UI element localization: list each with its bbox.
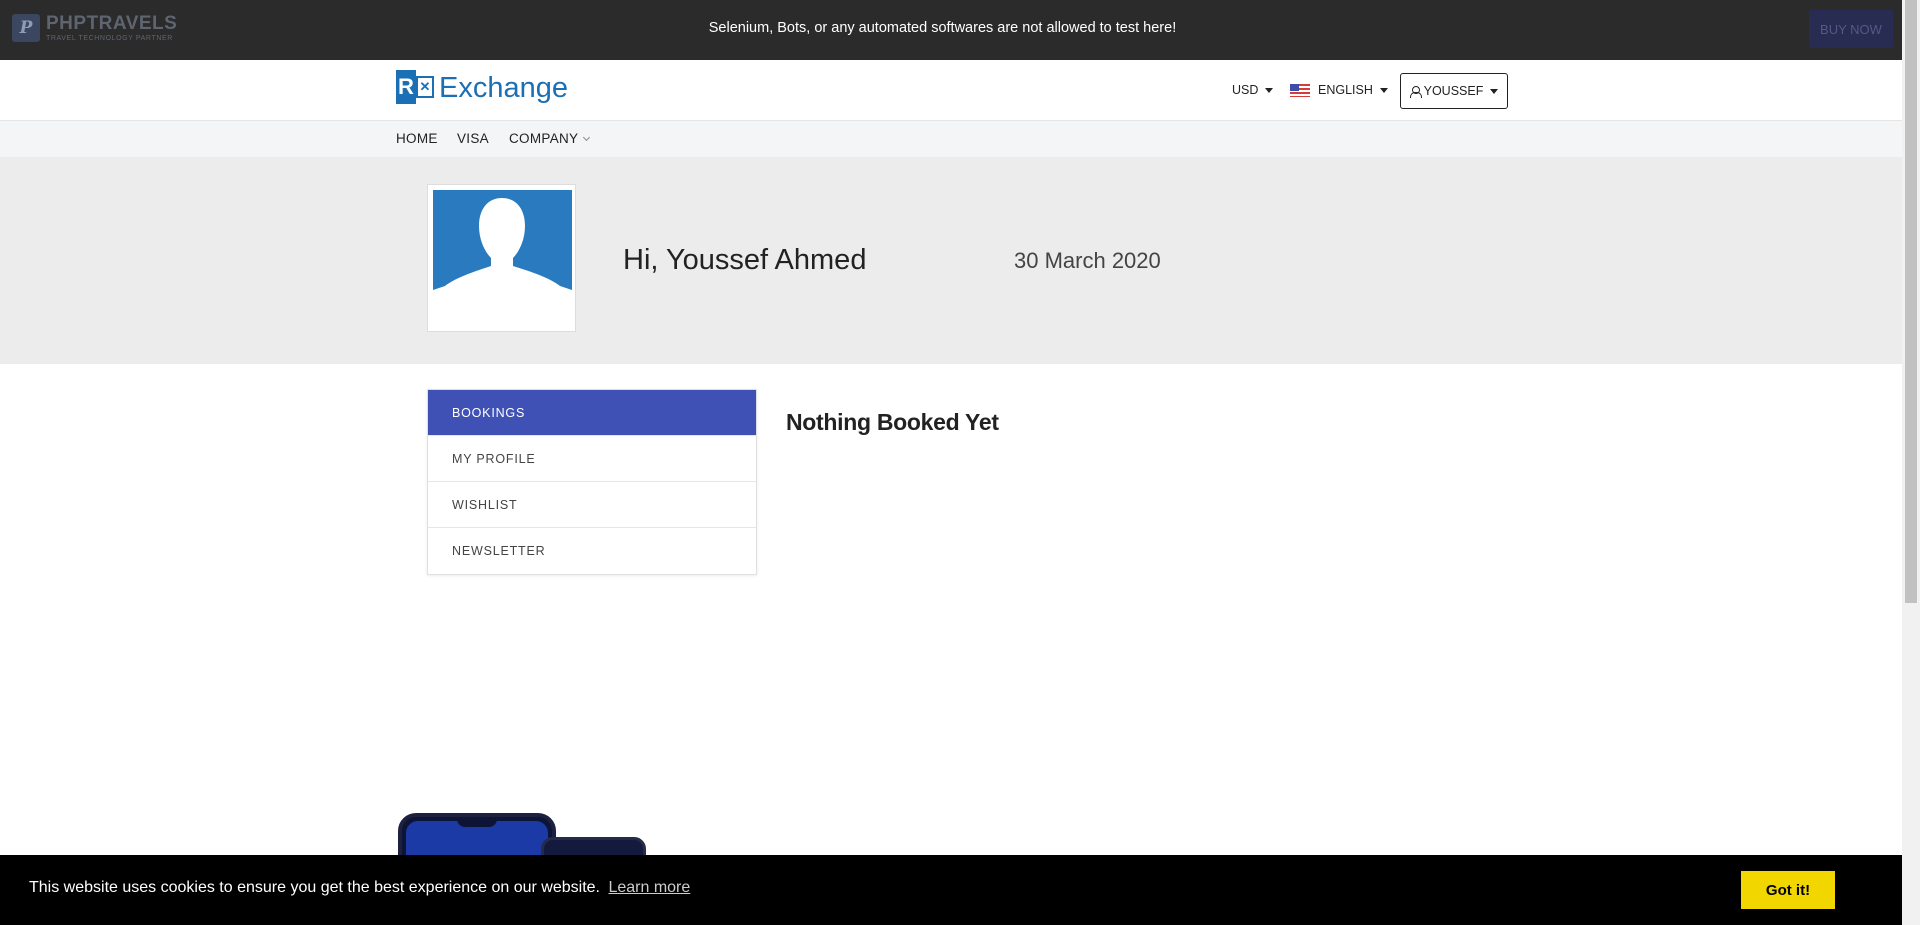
menu-item-wishlist[interactable]: WISHLIST [428, 482, 756, 528]
logo-text: Exchange [439, 71, 568, 104]
greeting: Hi, Youssef Ahmed [623, 244, 867, 276]
profile-header: Hi, Youssef Ahmed 30 March 2020 [0, 157, 1902, 364]
got-it-button[interactable]: Got it! [1741, 871, 1835, 909]
top-announcement-bar: P PHPTRAVELS TRAVEL TECHNOLOGY PARTNER S… [0, 0, 1902, 60]
page-scrollbar[interactable] [1902, 0, 1920, 925]
cookie-text: This website uses cookies to ensure you … [29, 879, 600, 896]
nav-home[interactable]: HOME [396, 131, 438, 146]
user-label: YOUSSEF [1423, 84, 1484, 98]
automation-notice: Selenium, Bots, or any automated softwar… [708, 20, 1177, 36]
nav-visa[interactable]: VISA [457, 131, 489, 146]
current-date: 30 March 2020 [1014, 248, 1161, 273]
brand-tagline: TRAVEL TECHNOLOGY PARTNER [46, 35, 173, 42]
cookie-banner: This website uses cookies to ensure you … [0, 855, 1902, 925]
avatar [427, 184, 576, 332]
language-dropdown[interactable]: ENGLISH [1290, 60, 1388, 120]
nav-company[interactable]: COMPANY [509, 131, 591, 146]
user-icon [1409, 85, 1422, 98]
menu-item-bookings[interactable]: BOOKINGS [428, 390, 756, 436]
chevron-down-icon [583, 133, 591, 141]
buy-now-button[interactable]: BUY NOW [1809, 10, 1893, 48]
empty-bookings-message: Nothing Booked Yet [786, 409, 999, 435]
account-side-menu: BOOKINGS MY PROFILE WISHLIST NEWSLETTER [427, 389, 757, 575]
site-header: R ✕ Exchange USD ENGLISH YOUSSEF [0, 60, 1902, 121]
caret-down-icon [1379, 87, 1388, 93]
user-account-dropdown[interactable]: YOUSSEF [1400, 73, 1508, 109]
currency-label: USD [1232, 83, 1259, 97]
currency-dropdown[interactable]: USD [1232, 60, 1274, 120]
nav-company-label: COMPANY [509, 131, 579, 146]
main-nav: HOME VISA COMPANY [0, 121, 1902, 157]
exchange-logo[interactable]: R ✕ Exchange [396, 70, 568, 106]
menu-item-newsletter[interactable]: NEWSLETTER [428, 528, 756, 574]
us-flag-icon [1290, 83, 1310, 97]
caret-down-icon [1490, 88, 1499, 94]
cookie-message: This website uses cookies to ensure you … [29, 879, 690, 897]
learn-more-link[interactable]: Learn more [608, 879, 690, 896]
user-silhouette-icon [433, 190, 572, 307]
language-label: ENGLISH [1318, 83, 1373, 97]
scrollbar-thumb[interactable] [1905, 0, 1917, 603]
exchange-logo-icon: R ✕ [396, 70, 436, 106]
menu-item-my-profile[interactable]: MY PROFILE [428, 436, 756, 482]
caret-down-icon [1265, 87, 1274, 93]
